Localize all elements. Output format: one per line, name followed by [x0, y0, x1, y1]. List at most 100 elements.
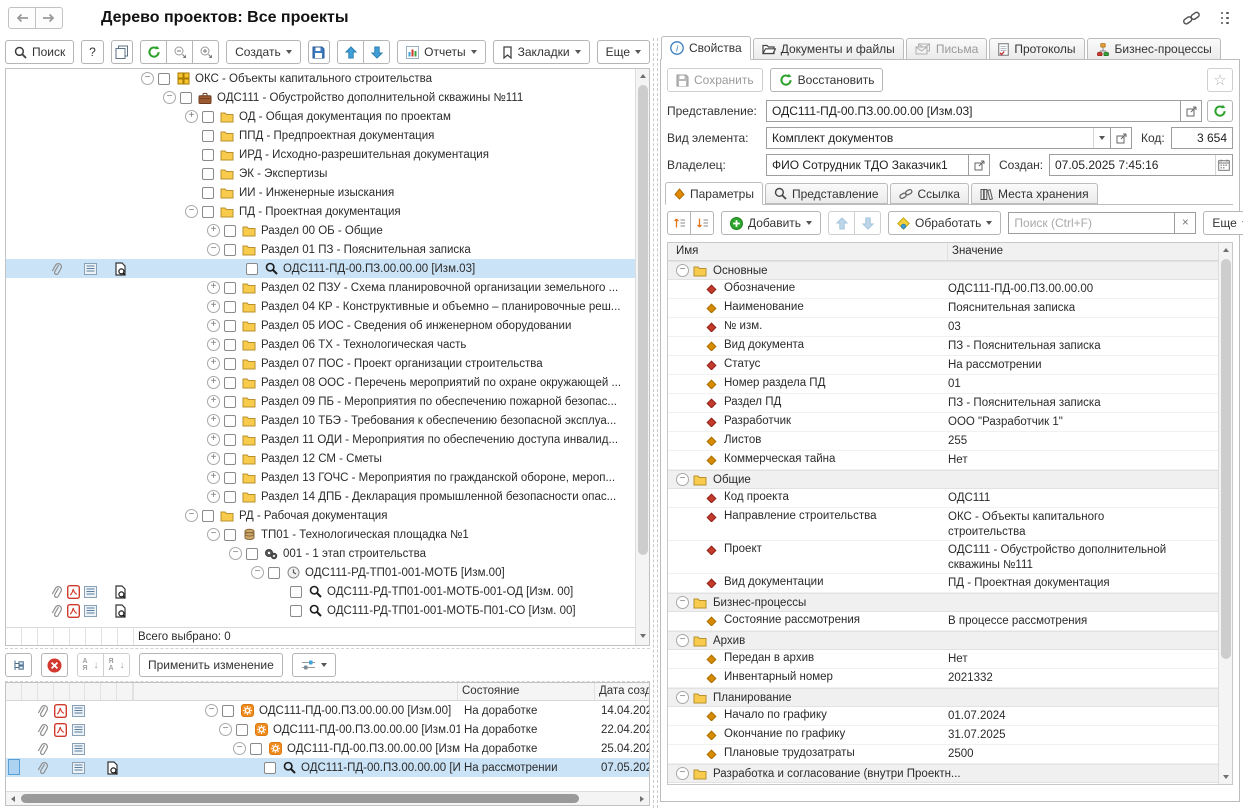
row-checkbox[interactable] — [224, 301, 236, 313]
preview-icon[interactable] — [114, 585, 126, 599]
code-input[interactable] — [1172, 128, 1232, 148]
tree-expander-icon[interactable]: − — [207, 528, 220, 541]
tree-row[interactable]: +Раздел 08 ООС - Перечень мероприятий по… — [6, 373, 635, 392]
calendar-button[interactable] — [1215, 155, 1232, 175]
tree-expander-icon[interactable]: − — [205, 704, 218, 717]
param-row[interactable]: Состояние рассмотренияВ процессе рассмот… — [668, 612, 1218, 631]
tree-expander-icon[interactable]: + — [207, 376, 220, 389]
column-state[interactable]: Состояние — [458, 683, 595, 700]
create-button[interactable]: Создать — [226, 40, 301, 64]
preview-icon[interactable] — [106, 761, 118, 775]
description-icon[interactable] — [72, 743, 85, 755]
version-row[interactable]: −ОДС111-ПД-00.ПЗ.00.00.00 [Изм.01]На дор… — [6, 720, 649, 739]
tree-row[interactable]: −ИИ - Инженерные изыскания — [6, 183, 635, 202]
row-checkbox[interactable] — [202, 111, 214, 123]
tree-row[interactable]: −ИРД - Исходно-разрешительная документац… — [6, 145, 635, 164]
save-tree-button[interactable] — [308, 40, 330, 64]
param-row[interactable]: Код проектаОДС111 — [668, 489, 1218, 508]
subtab-parameters[interactable]: Параметры — [665, 182, 763, 205]
row-checkbox[interactable] — [222, 705, 234, 717]
filter-settings-button[interactable] — [292, 653, 336, 677]
tree-row[interactable]: +Раздел 12 СМ - Сметы — [6, 449, 635, 468]
owner-input[interactable] — [767, 155, 968, 175]
row-checkbox[interactable] — [246, 548, 258, 560]
row-checkbox[interactable] — [250, 743, 262, 755]
row-checkbox[interactable] — [224, 472, 236, 484]
row-checkbox[interactable] — [268, 567, 280, 579]
tab-properties[interactable]: i Свойства — [661, 36, 751, 60]
tree-expander-icon[interactable]: − — [219, 723, 232, 736]
more-menu-icon[interactable] — [1221, 12, 1230, 25]
param-row[interactable]: Плановые трудозатраты2500 — [668, 745, 1218, 764]
tree-row[interactable]: +Раздел 13 ГОЧС - Мероприятия по граждан… — [6, 468, 635, 487]
row-checkbox[interactable] — [202, 206, 214, 218]
group-expander-icon[interactable]: − — [676, 691, 689, 704]
param-row[interactable]: ПроектОДС111 - Обустройство дополнительн… — [668, 541, 1218, 574]
preview-icon[interactable] — [114, 262, 126, 276]
tree-row[interactable]: +Раздел 07 ПОС - Проект организации стро… — [6, 354, 635, 373]
tree-expander-icon[interactable]: − — [251, 566, 264, 579]
link-icon[interactable] — [1182, 10, 1201, 27]
row-checkbox[interactable] — [202, 149, 214, 161]
param-row[interactable]: Инвентарный номер2021332 — [668, 669, 1218, 688]
sort-desc-button[interactable]: ЯА↓ — [103, 653, 130, 677]
param-row[interactable]: Передан в архивНет — [668, 650, 1218, 669]
param-row[interactable]: ОбозначениеОДС111-ПД-00.ПЗ.00.00.00 — [668, 280, 1218, 299]
tree-expander-icon[interactable]: − — [207, 243, 220, 256]
help-button[interactable]: ? — [81, 40, 103, 64]
tree-expander-icon[interactable]: + — [207, 281, 220, 294]
tree-row[interactable]: −001 - 1 этап строительства — [6, 544, 635, 563]
tree-row[interactable]: +Раздел 05 ИОС - Сведения об инженерном … — [6, 316, 635, 335]
pdf-icon[interactable] — [54, 704, 67, 718]
tree-row[interactable]: −ОДС111 - Обустройство дополнительной ск… — [6, 88, 635, 107]
row-checkbox[interactable] — [224, 358, 236, 370]
params-scrollbar[interactable] — [1218, 243, 1232, 784]
tree-expander-icon[interactable]: + — [207, 395, 220, 408]
row-checkbox[interactable] — [290, 605, 302, 617]
param-group-row[interactable]: −Архив — [668, 631, 1218, 650]
group-expander-icon[interactable]: − — [676, 634, 689, 647]
tree-view-toggle-button[interactable] — [5, 653, 32, 677]
param-down-button[interactable] — [854, 211, 881, 235]
open-element-kind-button[interactable] — [1110, 127, 1132, 149]
search-button[interactable]: Поиск — [5, 40, 74, 64]
tree-row[interactable]: −ОДС111-РД-ТП01-001-МОТБ-П01-СО [Изм. 00… — [6, 601, 635, 620]
param-row[interactable]: Окончание по графику31.07.2025 — [668, 726, 1218, 745]
row-checkbox[interactable] — [224, 529, 236, 541]
panel-splitter[interactable] — [653, 38, 658, 808]
row-checkbox[interactable] — [202, 187, 214, 199]
tree-row[interactable]: −ППД - Предпроектная документация — [6, 126, 635, 145]
tree-expander-icon[interactable]: + — [207, 338, 220, 351]
tree-row[interactable]: +Раздел 04 КР - Конструктивные и объемно… — [6, 297, 635, 316]
owner-field[interactable] — [766, 154, 969, 176]
version-row[interactable]: −ОДС111-ПД-00.ПЗ.00.00.00 [Изм.03]На рас… — [6, 758, 649, 777]
tree-row[interactable]: −ОКС - Объекты капитального строительств… — [6, 69, 635, 88]
pdf-icon[interactable] — [67, 585, 80, 599]
description-icon[interactable] — [84, 263, 97, 275]
apply-change-button[interactable]: Применить изменение — [139, 653, 283, 677]
attachment-icon[interactable] — [50, 585, 62, 599]
param-group-row[interactable]: −Разработка и согласование (внутри Проек… — [668, 764, 1218, 783]
tree-expander-icon[interactable]: + — [207, 300, 220, 313]
tree-row[interactable]: −ОДС111-ПД-00.ПЗ.00.00.00 [Изм.03] — [6, 259, 635, 278]
open-representation-button[interactable] — [1180, 100, 1202, 122]
row-checkbox[interactable] — [180, 92, 192, 104]
row-checkbox[interactable] — [202, 510, 214, 522]
element-kind-dropdown[interactable] — [1093, 128, 1110, 148]
row-checkbox[interactable] — [246, 263, 258, 275]
description-icon[interactable] — [72, 762, 85, 774]
refresh-button[interactable] — [140, 40, 167, 64]
tree-more-button[interactable]: Еще — [597, 40, 650, 64]
tree-expander-icon[interactable]: − — [185, 205, 198, 218]
row-checkbox[interactable] — [224, 434, 236, 446]
version-row[interactable]: −ОДС111-ПД-00.ПЗ.00.00.00 [Изм.02]На дор… — [6, 739, 649, 758]
tree-row[interactable]: −ПД - Проектная документация — [6, 202, 635, 221]
version-row[interactable]: −ОДС111-ПД-00.ПЗ.00.00.00 [Изм.00]На дор… — [6, 701, 649, 720]
row-checkbox[interactable] — [158, 73, 170, 85]
tab-protocols[interactable]: Протоколы — [989, 38, 1084, 60]
column-value[interactable]: Значение — [948, 243, 1218, 260]
group-expander-icon[interactable]: − — [676, 767, 689, 780]
param-row[interactable]: Коммерческая тайнаНет — [668, 451, 1218, 470]
tree-expander-icon[interactable]: + — [207, 357, 220, 370]
tree-expander-icon[interactable]: + — [207, 471, 220, 484]
